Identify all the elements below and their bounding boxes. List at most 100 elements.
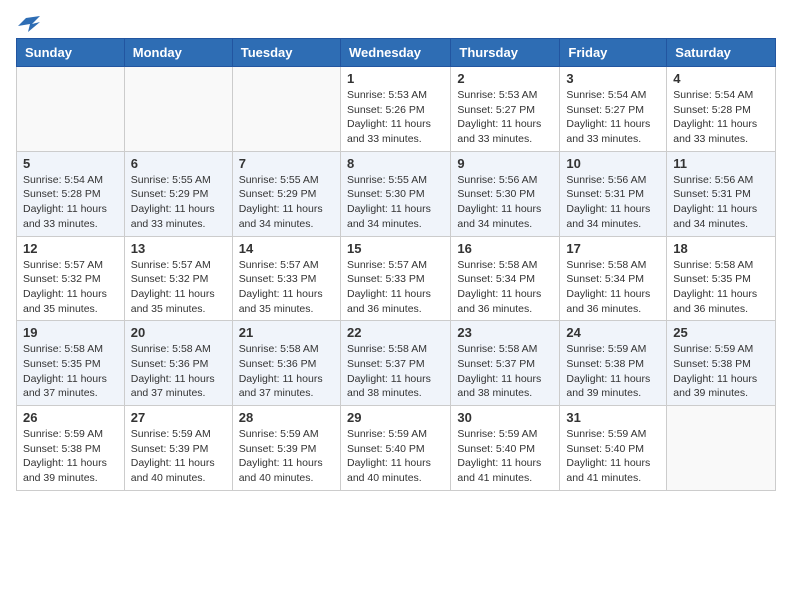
calendar-cell: 1 Sunrise: 5:53 AMSunset: 5:26 PMDaylight… bbox=[340, 67, 450, 152]
weekday-header-tuesday: Tuesday bbox=[232, 39, 340, 67]
calendar-cell: 25 Sunrise: 5:59 AMSunset: 5:38 PMDayligh… bbox=[667, 321, 776, 406]
calendar-cell: 14Sunrise: 5:57 AMSunset: 5:33 PMDayligh… bbox=[232, 236, 340, 321]
cell-info-text: Sunrise: 5:53 AMSunset: 5:27 PMDaylight:… bbox=[457, 88, 553, 147]
cell-info-text: Sunrise: 5:58 AMSunset: 5:36 PMDaylight:… bbox=[239, 342, 334, 401]
cell-info-text: Sunrise: 5:59 AMSunset: 5:38 PMDaylight:… bbox=[673, 342, 769, 401]
cell-info-text: Sunrise: 5:57 AMSunset: 5:32 PMDaylight:… bbox=[23, 258, 118, 317]
cell-date-number: 30 bbox=[457, 410, 553, 425]
cell-date-number: 15 bbox=[347, 241, 444, 256]
calendar-cell: 27 Sunrise: 5:59 AMSunset: 5:39 PMDayligh… bbox=[124, 406, 232, 491]
calendar-cell bbox=[17, 67, 125, 152]
cell-date-number: 25 bbox=[673, 325, 769, 340]
cell-info-text: Sunrise: 5:59 AMSunset: 5:40 PMDaylight:… bbox=[566, 427, 660, 486]
cell-info-text: Sunrise: 5:58 AMSunset: 5:37 PMDaylight:… bbox=[457, 342, 553, 401]
cell-date-number: 2 bbox=[457, 71, 553, 86]
cell-info-text: Sunrise: 5:59 AMSunset: 5:40 PMDaylight:… bbox=[457, 427, 553, 486]
cell-date-number: 9 bbox=[457, 156, 553, 171]
cell-date-number: 23 bbox=[457, 325, 553, 340]
calendar-week-row: 19 Sunrise: 5:58 AMSunset: 5:35 PMDayligh… bbox=[17, 321, 776, 406]
cell-info-text: Sunrise: 5:54 AMSunset: 5:28 PMDaylight:… bbox=[673, 88, 769, 147]
cell-info-text: Sunrise: 5:56 AMSunset: 5:31 PMDaylight:… bbox=[673, 173, 769, 232]
cell-date-number: 26 bbox=[23, 410, 118, 425]
cell-info-text: Sunrise: 5:58 AMSunset: 5:36 PMDaylight:… bbox=[131, 342, 226, 401]
calendar-cell: 7 Sunrise: 5:55 AMSunset: 5:29 PMDaylight… bbox=[232, 151, 340, 236]
cell-date-number: 24 bbox=[566, 325, 660, 340]
calendar-cell: 24 Sunrise: 5:59 AMSunset: 5:38 PMDayligh… bbox=[560, 321, 667, 406]
weekday-header-monday: Monday bbox=[124, 39, 232, 67]
calendar-cell: 20 Sunrise: 5:58 AMSunset: 5:36 PMDayligh… bbox=[124, 321, 232, 406]
cell-info-text: Sunrise: 5:58 AMSunset: 5:34 PMDaylight:… bbox=[566, 258, 660, 317]
cell-date-number: 10 bbox=[566, 156, 660, 171]
cell-date-number: 12 bbox=[23, 241, 118, 256]
cell-info-text: Sunrise: 5:58 AMSunset: 5:35 PMDaylight:… bbox=[673, 258, 769, 317]
cell-date-number: 22 bbox=[347, 325, 444, 340]
calendar-table: SundayMondayTuesdayWednesdayThursdayFrid… bbox=[16, 38, 776, 491]
calendar-cell: 28 Sunrise: 5:59 AMSunset: 5:39 PMDayligh… bbox=[232, 406, 340, 491]
cell-info-text: Sunrise: 5:53 AMSunset: 5:26 PMDaylight:… bbox=[347, 88, 444, 147]
calendar-cell: 13Sunrise: 5:57 AMSunset: 5:32 PMDayligh… bbox=[124, 236, 232, 321]
calendar-week-row: 26Sunrise: 5:59 AMSunset: 5:38 PMDayligh… bbox=[17, 406, 776, 491]
calendar-cell: 17 Sunrise: 5:58 AMSunset: 5:34 PMDayligh… bbox=[560, 236, 667, 321]
cell-info-text: Sunrise: 5:58 AMSunset: 5:37 PMDaylight:… bbox=[347, 342, 444, 401]
cell-date-number: 28 bbox=[239, 410, 334, 425]
cell-date-number: 19 bbox=[23, 325, 118, 340]
calendar-cell: 15 Sunrise: 5:57 AMSunset: 5:33 PMDayligh… bbox=[340, 236, 450, 321]
cell-date-number: 16 bbox=[457, 241, 553, 256]
weekday-header-friday: Friday bbox=[560, 39, 667, 67]
cell-date-number: 7 bbox=[239, 156, 334, 171]
cell-date-number: 5 bbox=[23, 156, 118, 171]
calendar-cell: 4 Sunrise: 5:54 AMSunset: 5:28 PMDaylight… bbox=[667, 67, 776, 152]
logo-bird-icon bbox=[18, 16, 40, 32]
calendar-week-row: 1 Sunrise: 5:53 AMSunset: 5:26 PMDaylight… bbox=[17, 67, 776, 152]
cell-info-text: Sunrise: 5:59 AMSunset: 5:39 PMDaylight:… bbox=[239, 427, 334, 486]
cell-info-text: Sunrise: 5:58 AMSunset: 5:34 PMDaylight:… bbox=[457, 258, 553, 317]
calendar-cell: 16 Sunrise: 5:58 AMSunset: 5:34 PMDayligh… bbox=[451, 236, 560, 321]
calendar-cell: 2 Sunrise: 5:53 AMSunset: 5:27 PMDaylight… bbox=[451, 67, 560, 152]
cell-info-text: Sunrise: 5:59 AMSunset: 5:38 PMDaylight:… bbox=[566, 342, 660, 401]
cell-info-text: Sunrise: 5:59 AMSunset: 5:39 PMDaylight:… bbox=[131, 427, 226, 486]
calendar-cell: 18 Sunrise: 5:58 AMSunset: 5:35 PMDayligh… bbox=[667, 236, 776, 321]
calendar-cell bbox=[667, 406, 776, 491]
calendar-cell: 21 Sunrise: 5:58 AMSunset: 5:36 PMDayligh… bbox=[232, 321, 340, 406]
calendar-cell: 6 Sunrise: 5:55 AMSunset: 5:29 PMDaylight… bbox=[124, 151, 232, 236]
cell-info-text: Sunrise: 5:55 AMSunset: 5:29 PMDaylight:… bbox=[239, 173, 334, 232]
weekday-header-wednesday: Wednesday bbox=[340, 39, 450, 67]
logo bbox=[16, 16, 40, 30]
calendar-cell: 8 Sunrise: 5:55 AMSunset: 5:30 PMDaylight… bbox=[340, 151, 450, 236]
cell-info-text: Sunrise: 5:55 AMSunset: 5:30 PMDaylight:… bbox=[347, 173, 444, 232]
calendar-cell bbox=[124, 67, 232, 152]
cell-date-number: 3 bbox=[566, 71, 660, 86]
cell-date-number: 1 bbox=[347, 71, 444, 86]
cell-date-number: 21 bbox=[239, 325, 334, 340]
cell-info-text: Sunrise: 5:58 AMSunset: 5:35 PMDaylight:… bbox=[23, 342, 118, 401]
cell-date-number: 4 bbox=[673, 71, 769, 86]
calendar-cell: 9Sunrise: 5:56 AMSunset: 5:30 PMDaylight… bbox=[451, 151, 560, 236]
calendar-cell: 22 Sunrise: 5:58 AMSunset: 5:37 PMDayligh… bbox=[340, 321, 450, 406]
cell-info-text: Sunrise: 5:57 AMSunset: 5:33 PMDaylight:… bbox=[347, 258, 444, 317]
calendar-cell: 11 Sunrise: 5:56 AMSunset: 5:31 PMDayligh… bbox=[667, 151, 776, 236]
cell-date-number: 29 bbox=[347, 410, 444, 425]
calendar-cell: 30 Sunrise: 5:59 AMSunset: 5:40 PMDayligh… bbox=[451, 406, 560, 491]
cell-info-text: Sunrise: 5:55 AMSunset: 5:29 PMDaylight:… bbox=[131, 173, 226, 232]
cell-date-number: 8 bbox=[347, 156, 444, 171]
cell-date-number: 17 bbox=[566, 241, 660, 256]
calendar-cell: 10Sunrise: 5:56 AMSunset: 5:31 PMDayligh… bbox=[560, 151, 667, 236]
cell-date-number: 14 bbox=[239, 241, 334, 256]
calendar-cell: 12 Sunrise: 5:57 AMSunset: 5:32 PMDayligh… bbox=[17, 236, 125, 321]
calendar-cell: 26Sunrise: 5:59 AMSunset: 5:38 PMDayligh… bbox=[17, 406, 125, 491]
cell-date-number: 27 bbox=[131, 410, 226, 425]
calendar-cell bbox=[232, 67, 340, 152]
cell-date-number: 20 bbox=[131, 325, 226, 340]
cell-date-number: 18 bbox=[673, 241, 769, 256]
calendar-cell: 31Sunrise: 5:59 AMSunset: 5:40 PMDayligh… bbox=[560, 406, 667, 491]
cell-info-text: Sunrise: 5:54 AMSunset: 5:27 PMDaylight:… bbox=[566, 88, 660, 147]
calendar-cell: 3 Sunrise: 5:54 AMSunset: 5:27 PMDaylight… bbox=[560, 67, 667, 152]
calendar-cell: 29Sunrise: 5:59 AMSunset: 5:40 PMDayligh… bbox=[340, 406, 450, 491]
cell-date-number: 13 bbox=[131, 241, 226, 256]
cell-date-number: 11 bbox=[673, 156, 769, 171]
calendar-cell: 5Sunrise: 5:54 AMSunset: 5:28 PMDaylight… bbox=[17, 151, 125, 236]
calendar-header: SundayMondayTuesdayWednesdayThursdayFrid… bbox=[17, 39, 776, 67]
calendar-week-row: 12 Sunrise: 5:57 AMSunset: 5:32 PMDayligh… bbox=[17, 236, 776, 321]
cell-date-number: 6 bbox=[131, 156, 226, 171]
calendar-week-row: 5Sunrise: 5:54 AMSunset: 5:28 PMDaylight… bbox=[17, 151, 776, 236]
